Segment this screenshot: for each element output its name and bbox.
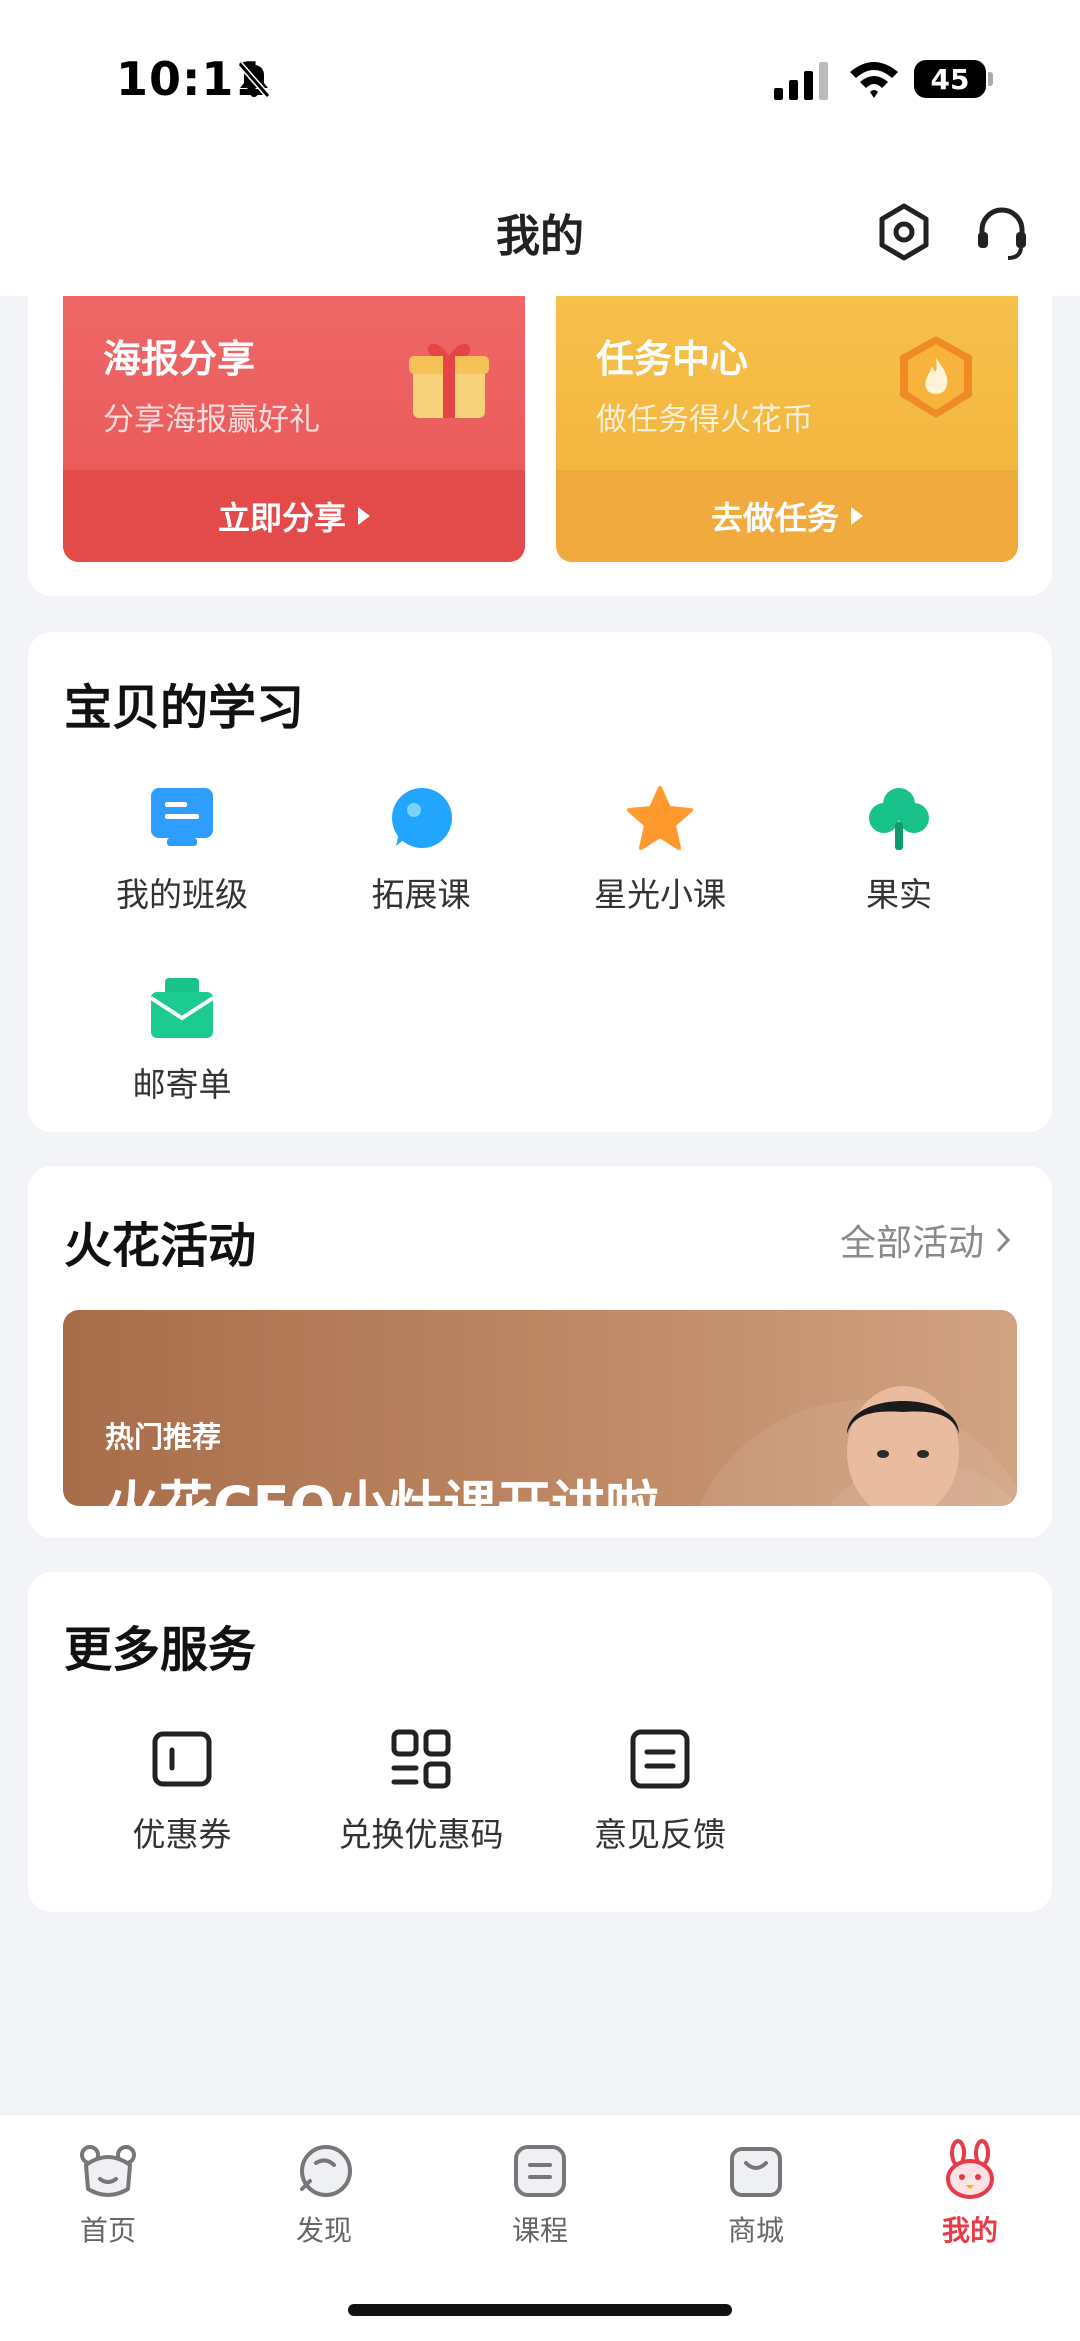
service-item-label: 优惠券	[132, 1815, 232, 1854]
learning-item-mail[interactable]: 邮寄单	[62, 974, 302, 1106]
tree-icon	[869, 788, 929, 850]
service-item-label: 兑换优惠码	[338, 1815, 504, 1854]
profile-bunny-icon	[946, 2139, 994, 2199]
tab-label: 首页	[79, 2214, 136, 2247]
banner-title: 火花CEO小灶课开讲啦	[105, 1462, 659, 1506]
services-card: 更多服务 优惠券 兑换优惠码 意见反馈	[28, 1572, 1052, 1912]
service-item-redeem[interactable]: 兑换优惠码	[301, 1724, 541, 1856]
home-indicator[interactable]	[348, 2304, 732, 2316]
task-center-subtitle: 做任务得火花币	[596, 402, 813, 438]
do-tasks-button[interactable]: 去做任务	[556, 470, 1018, 562]
class-icon	[151, 788, 213, 846]
learning-item-class[interactable]: 我的班级	[62, 784, 302, 916]
tab-label: 课程	[511, 2214, 568, 2247]
extension-course-icon	[392, 788, 452, 848]
share-now-label: 立即分享	[217, 499, 346, 537]
all-activities-link[interactable]: 全部活动	[840, 1214, 1016, 1266]
flame-badge-icon	[900, 336, 972, 418]
battery-indicator: 45	[914, 60, 986, 98]
coupon-icon	[152, 1731, 212, 1787]
header: 我的	[0, 160, 1080, 296]
learning-item-label: 邮寄单	[132, 1065, 232, 1104]
learning-title: 宝贝的学习	[64, 680, 305, 736]
course-icon	[514, 2145, 566, 2197]
tab-home[interactable]: 首页	[28, 2139, 188, 2249]
status-bar: 10:11 45	[0, 0, 1080, 160]
discover-icon	[300, 2145, 352, 2197]
service-item-coupon[interactable]: 优惠券	[62, 1724, 302, 1856]
poster-share-title: 海报分享	[103, 337, 256, 381]
tab-shop[interactable]: 商城	[676, 2139, 836, 2249]
service-item-feedback[interactable]: 意见反馈	[540, 1724, 780, 1856]
mail-icon	[149, 978, 215, 1038]
banner-tag: 热门推荐	[105, 1420, 222, 1454]
shop-icon	[730, 2147, 782, 2197]
feedback-icon	[630, 1729, 690, 1789]
poster-share-subtitle: 分享海报赢好礼	[103, 402, 320, 438]
person-photo	[847, 1386, 959, 1506]
signal-icon	[774, 62, 828, 100]
tab-course[interactable]: 课程	[460, 2139, 620, 2249]
chevron-right-icon	[996, 1227, 1011, 1253]
services-title: 更多服务	[64, 1622, 257, 1678]
learning-item-label: 我的班级	[116, 875, 248, 914]
learning-item-label: 拓展课	[371, 875, 471, 914]
do-tasks-label: 去做任务	[710, 499, 839, 537]
learning-card: 宝贝的学习 我的班级 拓展课 星光小课 果实 邮寄单	[28, 632, 1052, 1132]
battery-cap	[988, 72, 993, 86]
activities-card: 火花活动 全部活动 热门推荐 火花CEO小灶课开讲啦	[28, 1166, 1052, 1538]
wifi-icon	[850, 62, 898, 98]
settings-icon[interactable]	[872, 200, 936, 264]
learning-item-fruit[interactable]: 果实	[779, 784, 1019, 916]
task-center-tile[interactable]: 任务中心 做任务得火花币 去做任务	[556, 296, 1018, 562]
customer-service-icon[interactable]	[970, 200, 1034, 264]
gift-icon	[409, 343, 489, 418]
poster-share-tile[interactable]: 海报分享 分享海报赢好礼 立即分享	[63, 296, 525, 562]
redeem-code-icon	[391, 1729, 451, 1789]
play-arrow-icon	[358, 507, 370, 525]
play-arrow-icon	[851, 507, 863, 525]
learning-item-extension[interactable]: 拓展课	[301, 784, 541, 916]
promo-card: 海报分享 分享海报赢好礼 立即分享 任务中心 做任务得火花币 去做任务	[28, 296, 1052, 596]
home-bear-icon	[80, 2145, 136, 2197]
tab-label: 商城	[727, 2214, 784, 2247]
tab-discover[interactable]: 发现	[244, 2139, 404, 2249]
all-activities-label: 全部活动	[839, 1223, 984, 1264]
share-now-button[interactable]: 立即分享	[63, 470, 525, 562]
activity-banner[interactable]: 热门推荐 火花CEO小灶课开讲啦	[63, 1310, 1017, 1506]
tab-label: 发现	[295, 2214, 352, 2247]
learning-item-starlight[interactable]: 星光小课	[540, 784, 780, 916]
task-center-title: 任务中心	[596, 337, 749, 381]
learning-item-label: 果实	[866, 875, 932, 914]
tab-label: 我的	[941, 2214, 998, 2247]
activities-title: 火花活动	[64, 1218, 257, 1274]
service-item-label: 意见反馈	[594, 1815, 726, 1854]
tab-profile[interactable]: 我的	[890, 2139, 1050, 2249]
bell-muted-icon	[237, 62, 271, 98]
learning-item-label: 星光小课	[594, 875, 726, 914]
star-icon	[627, 786, 693, 850]
